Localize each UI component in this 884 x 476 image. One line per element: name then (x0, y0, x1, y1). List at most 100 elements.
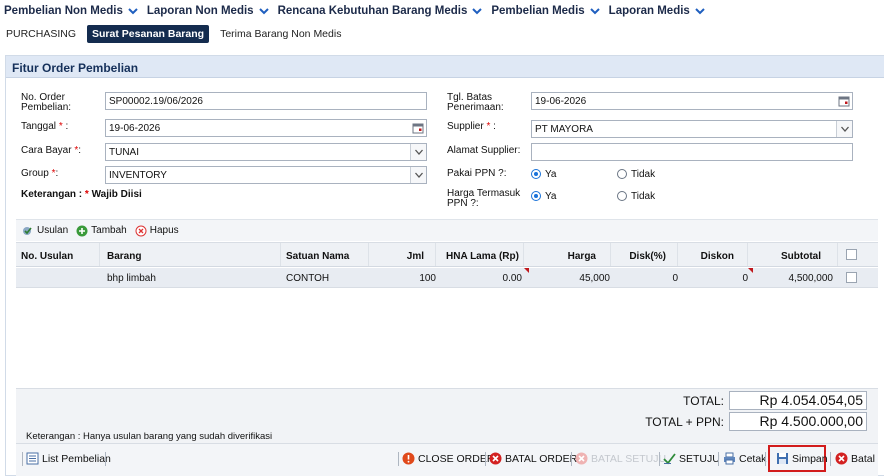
total-label: TOTAL: (683, 394, 724, 408)
cetak-button[interactable]: Cetak (723, 452, 766, 465)
cara-bayar-value: TUNAI (109, 147, 139, 158)
harga-ppn-ya-radio[interactable] (531, 191, 541, 201)
harga-ppn-label: Harga Termasuk PPN ?: (447, 188, 521, 209)
colon: : (78, 145, 82, 156)
select-all-checkbox[interactable] (846, 249, 857, 260)
cancel-icon (489, 452, 502, 465)
total-field: Rp 4.054.054,05 (729, 391, 867, 410)
tanggal-field[interactable]: 19-06-2026 (105, 119, 427, 137)
col-jml: Jml (406, 251, 424, 262)
chevron-down-icon (695, 6, 705, 16)
tgl-batas-label: Tgl. Batas Penerimaan: (447, 92, 504, 113)
alamat-supplier-label: Alamat Supplier: (447, 145, 521, 156)
menu-laporan-medis[interactable]: Laporan Medis (609, 5, 705, 17)
column-divider (435, 243, 436, 266)
separator (105, 452, 106, 466)
batal-setuju-button[interactable]: BATAL SETUJU (575, 452, 666, 465)
chevron-down-icon (128, 6, 138, 16)
simpan-label: Simpan (792, 452, 828, 465)
warning-icon (402, 452, 415, 465)
column-divider (99, 243, 100, 266)
panel-title: Fitur Order Pembelian (6, 56, 884, 78)
keterangan-wajib: Keterangan : * Wajib Diisi (21, 190, 142, 200)
pakai-ppn-tidak-radio[interactable] (617, 169, 627, 179)
tanggal-label: Tanggal * : (21, 122, 68, 132)
cell-harga[interactable]: 45,000 (579, 273, 610, 284)
cell-diskon[interactable]: 0 (742, 273, 748, 284)
col-satuan-nama: Satuan Nama (286, 251, 350, 262)
tab-terima-barang-non-medis[interactable]: Terima Barang Non Medis (215, 25, 346, 43)
cara-bayar-select[interactable]: TUNAI (105, 143, 427, 161)
list-pembelian-button[interactable]: List Pembelian (26, 452, 111, 465)
chevron-down-icon[interactable] (410, 144, 426, 160)
group-label-text: Group (21, 168, 49, 179)
keterangan-text: Wajib Diisi (88, 189, 142, 200)
chevron-down-icon (258, 6, 269, 16)
tanggal-value: 19-06-2026 (109, 123, 161, 134)
menu-label: Pembelian Non Medis (4, 5, 123, 17)
column-divider (837, 243, 838, 266)
menu-rencana-kebutuhan[interactable]: Rencana Kebutuhan Barang Medis (278, 5, 483, 17)
batal-setuju-label: BATAL SETUJU (591, 452, 667, 465)
usulan-label: Usulan (37, 225, 69, 236)
cell-hna-lama[interactable]: 0.00 (503, 273, 522, 284)
no-order-field[interactable]: SP00002.19/06/2026 (105, 92, 427, 110)
grid-empty-area (16, 288, 878, 388)
tab-surat-pesanan-barang[interactable]: Surat Pesanan Barang (87, 24, 210, 43)
simpan-button[interactable]: Simpan (776, 452, 828, 465)
chevron-down-icon[interactable] (410, 167, 426, 183)
separator (485, 452, 486, 466)
column-divider (610, 243, 611, 266)
harga-ppn-tidak-label: Tidak (631, 191, 656, 202)
setuju-button[interactable]: SETUJU (663, 452, 720, 465)
batal-button[interactable]: Batal (835, 452, 875, 465)
column-divider (280, 243, 281, 266)
group-label: Group *: (21, 169, 58, 179)
batal-label: Batal (851, 452, 875, 465)
required-mark: * (58, 121, 63, 132)
chevron-down-icon[interactable] (836, 121, 852, 137)
supplier-select[interactable]: PT MAYORA (531, 120, 853, 138)
col-harga: Harga (567, 251, 596, 262)
batal-order-label: BATAL ORDER (505, 452, 578, 465)
cell-disk[interactable]: 0 (672, 273, 678, 284)
column-divider (677, 243, 678, 266)
column-divider (368, 243, 369, 266)
tanggal-label-text: Tanggal (21, 121, 57, 132)
separator (22, 452, 23, 466)
tab-purchasing[interactable]: PURCHASING (6, 25, 81, 43)
usulan-icon (22, 225, 34, 237)
group-select[interactable]: INVENTORY (105, 166, 427, 184)
total-ppn-label: TOTAL + PPN: (645, 415, 724, 429)
menu-pembelian-non-medis[interactable]: Pembelian Non Medis (4, 5, 138, 17)
alamat-supplier-field[interactable] (531, 143, 853, 161)
approve-icon (663, 452, 676, 465)
menu-pembelian-medis[interactable]: Pembelian Medis (491, 5, 600, 17)
menu-label: Rencana Kebutuhan Barang Medis (277, 5, 468, 17)
grid-header: No. Usulan Barang Satuan Nama Jml HNA La… (16, 242, 878, 267)
menu-label: Laporan Non Medis (146, 5, 254, 17)
pakai-ppn-ya-radio[interactable] (531, 169, 541, 179)
grid-toolbar: Usulan Tambah Hapus (16, 219, 878, 241)
edit-marker-icon (748, 268, 753, 273)
close-order-button[interactable]: CLOSE ORDER (402, 452, 494, 465)
calendar-icon[interactable] (837, 94, 851, 108)
cell-jml[interactable]: 100 (419, 273, 436, 284)
harga-ppn-ya-label: Ya (545, 191, 557, 202)
batal-order-button[interactable]: BATAL ORDER (489, 452, 577, 465)
totals-section: TOTAL: Rp 4.054.054,05 TOTAL + PPN: Rp 4… (16, 388, 878, 443)
supplier-value: PT MAYORA (535, 124, 593, 135)
row-checkbox[interactable] (846, 272, 857, 283)
usulan-button[interactable]: Usulan (22, 225, 68, 237)
calendar-icon[interactable] (411, 121, 425, 135)
tambah-button[interactable]: Tambah (76, 225, 127, 237)
col-diskon: Diskon (700, 251, 734, 262)
pakai-ppn-ya-label: Ya (545, 169, 557, 180)
table-row[interactable]: bhp limbah CONTOH 100 0.00 45,000 0 0 4,… (16, 268, 878, 288)
sub-tabs: PURCHASING Surat Pesanan Barang Terima B… (0, 23, 352, 44)
menu-laporan-non-medis[interactable]: Laporan Non Medis (147, 5, 269, 17)
col-disk: Disk(%) (629, 251, 666, 262)
tgl-batas-field[interactable]: 19-06-2026 (531, 92, 853, 110)
hapus-button[interactable]: Hapus (135, 225, 179, 237)
harga-ppn-tidak-radio[interactable] (617, 191, 627, 201)
